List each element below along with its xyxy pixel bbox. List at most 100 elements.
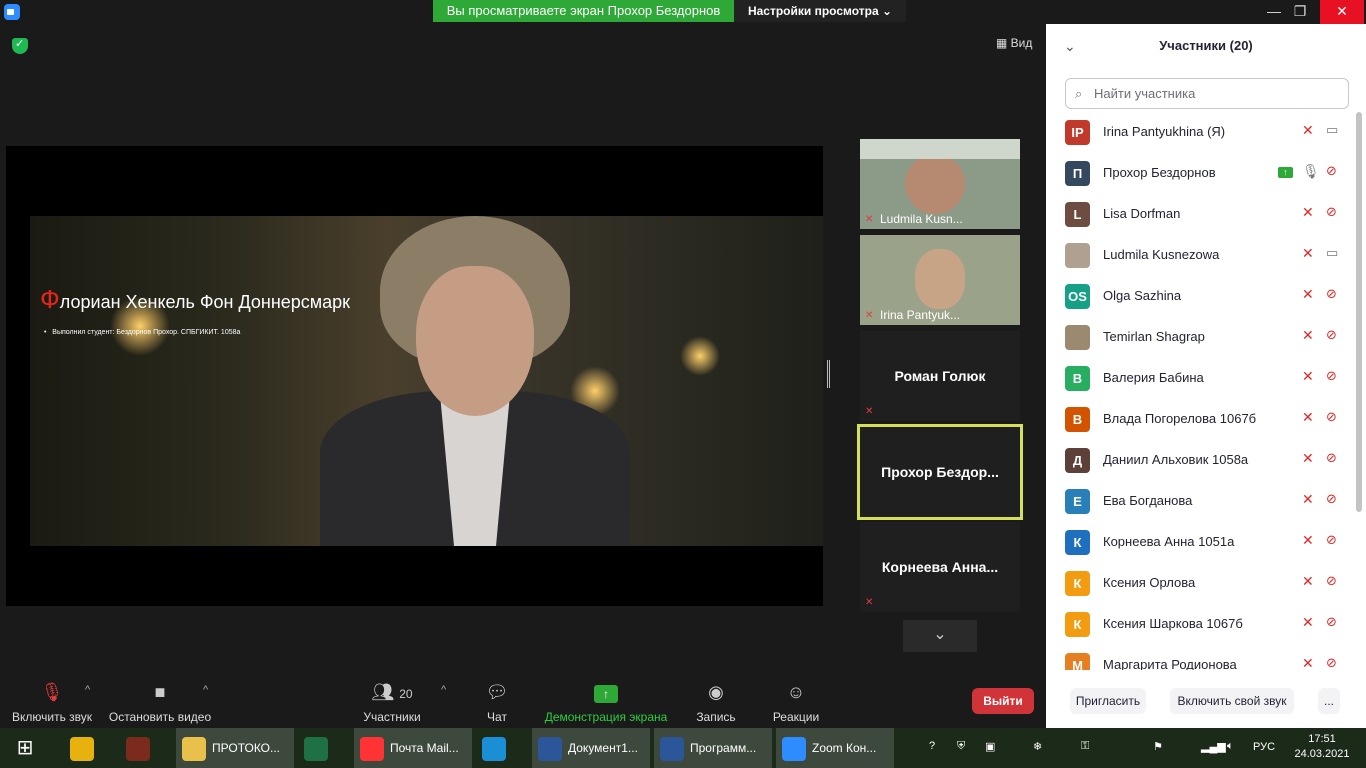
avatar: В — [1065, 366, 1090, 391]
app-icon — [538, 736, 562, 761]
name-tile[interactable]: Роман Голюк ✕ — [860, 331, 1020, 421]
participant-name: Lisa Dorfman — [1103, 206, 1181, 221]
camera-icon: ▭ — [1326, 245, 1339, 260]
video-tile[interactable]: ✕ Irina Pantyuk... — [860, 235, 1020, 325]
windows-start-icon[interactable]: ⊞ — [0, 728, 50, 768]
search-icon: ⌕ — [1075, 86, 1083, 101]
taskbar-app[interactable]: Почта Mail... — [354, 728, 472, 768]
scroll-down-button[interactable]: ⌄ — [903, 620, 977, 652]
view-button[interactable]: ▦ Вид — [996, 36, 1032, 50]
record-button[interactable]: ◉ Запись — [690, 680, 742, 724]
taskbar-app[interactable]: ПРОТОКО... — [176, 728, 294, 768]
reactions-label: Реакции — [772, 710, 820, 724]
share-screen-button[interactable]: ↑ Демонстрация экрана — [542, 680, 670, 724]
participant-row[interactable]: В Влада Погорелова 1067б ✕ ⊘ — [1046, 399, 1356, 440]
participants-button[interactable]: 👥︎ 20 Участники — [356, 680, 428, 724]
video-options-caret-icon[interactable]: ^ — [203, 684, 208, 696]
record-label: Запись — [696, 710, 736, 724]
participant-row[interactable]: Е Ева Богданова ✕ ⊘ — [1046, 481, 1356, 522]
app-icon — [360, 736, 384, 761]
participant-row[interactable]: L Lisa Dorfman ✕ ⊘ — [1046, 194, 1356, 235]
participants-options-caret-icon[interactable]: ^ — [441, 684, 446, 696]
audio-options-caret-icon[interactable]: ^ — [85, 684, 90, 696]
participant-row[interactable]: М Маргарита Родионова ✕ ⊘ — [1046, 645, 1356, 670]
participant-row[interactable]: К Корнеева Анна 1051а ✕ ⊘ — [1046, 522, 1356, 563]
tile-name: Прохор Бездор... — [881, 464, 999, 480]
leave-meeting-button[interactable]: Выйти — [972, 688, 1034, 714]
mic-muted-icon: ✕ — [1302, 245, 1314, 261]
volume-icon[interactable]: 🔈︎ — [1227, 740, 1234, 753]
taskbar-app[interactable] — [298, 728, 350, 768]
participant-row[interactable]: П Прохор Бездорнов ↑ 🎙︎ ⊘ — [1046, 153, 1356, 194]
mic-muted-icon: ✕ — [1302, 450, 1314, 466]
participant-video — [915, 249, 965, 309]
security-tray-icon[interactable]: ⚿ — [1081, 740, 1089, 753]
invite-button[interactable]: Пригласить — [1070, 688, 1146, 714]
participant-search-input[interactable]: ⌕ Найти участника — [1065, 78, 1349, 109]
avatar: L — [1065, 202, 1090, 227]
participant-row[interactable]: В Валерия Бабина ✕ ⊘ — [1046, 358, 1356, 399]
participant-video-background — [860, 139, 1020, 159]
network-icon[interactable]: ▂▄▆ — [1201, 740, 1226, 753]
language-indicator[interactable]: РУС — [1253, 741, 1275, 753]
participant-row[interactable]: К Ксения Шаркова 1067б ✕ ⊘ — [1046, 604, 1356, 645]
participant-name: Ludmila Kusnezowa — [1103, 247, 1220, 262]
panel-resize-handle[interactable] — [827, 360, 830, 388]
slide-title: Флориан Хенкель Фон Доннерсмарк — [40, 284, 350, 315]
video-tile[interactable]: ✕ Ludmila Kusn... — [860, 139, 1020, 229]
unmute-button[interactable]: 🎙︎ Включить звук — [8, 680, 96, 724]
slide-subtitle: • Выполнил студент: Бездорнов Прохор. СП… — [44, 329, 241, 336]
avatar: П — [1065, 161, 1090, 186]
avatar: Д — [1065, 448, 1090, 473]
participants-icon-group: 👥︎ 20 — [356, 680, 428, 704]
mic-muted-icon: ✕ — [1302, 491, 1314, 507]
participant-row[interactable]: Д Даниил Альховик 1058а ✕ ⊘ — [1046, 440, 1356, 481]
close-button[interactable]: ✕ — [1320, 0, 1364, 24]
chat-icon: 💬︎ — [485, 682, 509, 702]
windows-taskbar: ⊞ ПРОТОКО... Почта Mail... Документ1... Про… — [0, 728, 1366, 768]
taskbar-app-label: Документ1... — [568, 741, 638, 755]
stop-video-button[interactable]: ■ Остановить видео — [108, 680, 212, 724]
active-speaker-tile[interactable]: Прохор Бездор... — [857, 424, 1023, 520]
participant-name: Прохор Бездорнов — [1103, 165, 1216, 180]
participants-panel: ⌄ Участники (20) ⌕ Найти участника IP Iri… — [1046, 24, 1366, 728]
avatar: В — [1065, 407, 1090, 432]
taskbar-app[interactable] — [64, 728, 116, 768]
more-options-button[interactable]: ... — [1318, 688, 1340, 714]
participant-row[interactable]: Temirlan Shagrap ✕ ⊘ — [1046, 317, 1356, 358]
avatar — [1065, 325, 1090, 350]
mic-muted-icon: ✕ — [865, 310, 874, 321]
taskbar-app[interactable]: Программ... — [654, 728, 772, 768]
avatar: К — [1065, 530, 1090, 555]
taskbar-app[interactable]: Документ1... — [532, 728, 650, 768]
taskbar-app[interactable] — [120, 728, 172, 768]
snowflake-icon[interactable]: ❄ — [1033, 740, 1042, 753]
screen-share-banner: Вы просматриваете экран Прохор Бездорнов — [433, 0, 734, 22]
help-icon[interactable]: ? — [929, 740, 935, 752]
flag-icon[interactable]: ⚑ — [1153, 740, 1163, 753]
taskbar-app[interactable] — [476, 728, 528, 768]
maximize-button[interactable]: ❐ — [1278, 0, 1322, 24]
name-tile[interactable]: Корнеева Анна... ✕ — [860, 522, 1020, 612]
zoom-logo-icon — [4, 4, 20, 20]
tile-name: Корнеева Анна... — [881, 559, 999, 575]
mic-muted-icon: ✕ — [1302, 122, 1314, 138]
participants-scrollbar[interactable] — [1356, 112, 1362, 512]
participant-row[interactable]: IP Irina Pantyukhina (Я) ✕ ▭ — [1046, 112, 1356, 153]
taskbar-clock[interactable]: 17:51 24.03.2021 — [1288, 732, 1356, 762]
app-icon — [660, 736, 684, 761]
unmute-me-button[interactable]: Включить свой звук — [1170, 688, 1294, 714]
chat-button[interactable]: 💬︎ Чат — [476, 680, 518, 724]
taskbar-app-label: Почта Mail... — [390, 741, 459, 755]
shield-tray-icon[interactable]: ⛨ — [957, 740, 965, 753]
participant-name: Влада Погорелова 1067б — [1103, 411, 1257, 426]
view-settings-button[interactable]: Настройки просмотра ⌄ — [734, 0, 906, 22]
reactions-button[interactable]: ☺ Реакции — [768, 680, 824, 724]
participant-row[interactable]: Ludmila Kusnezowa ✕ ▭ — [1046, 235, 1356, 276]
zoom-tray-icon[interactable]: ▣ — [985, 740, 995, 753]
participants-count: 20 — [399, 687, 413, 701]
taskbar-app[interactable]: Zoom Кон... — [776, 728, 894, 768]
participant-row[interactable]: OS Olga Sazhina ✕ ⊘ — [1046, 276, 1356, 317]
security-shield-icon[interactable] — [12, 37, 28, 54]
participant-row[interactable]: К Ксения Орлова ✕ ⊘ — [1046, 563, 1356, 604]
